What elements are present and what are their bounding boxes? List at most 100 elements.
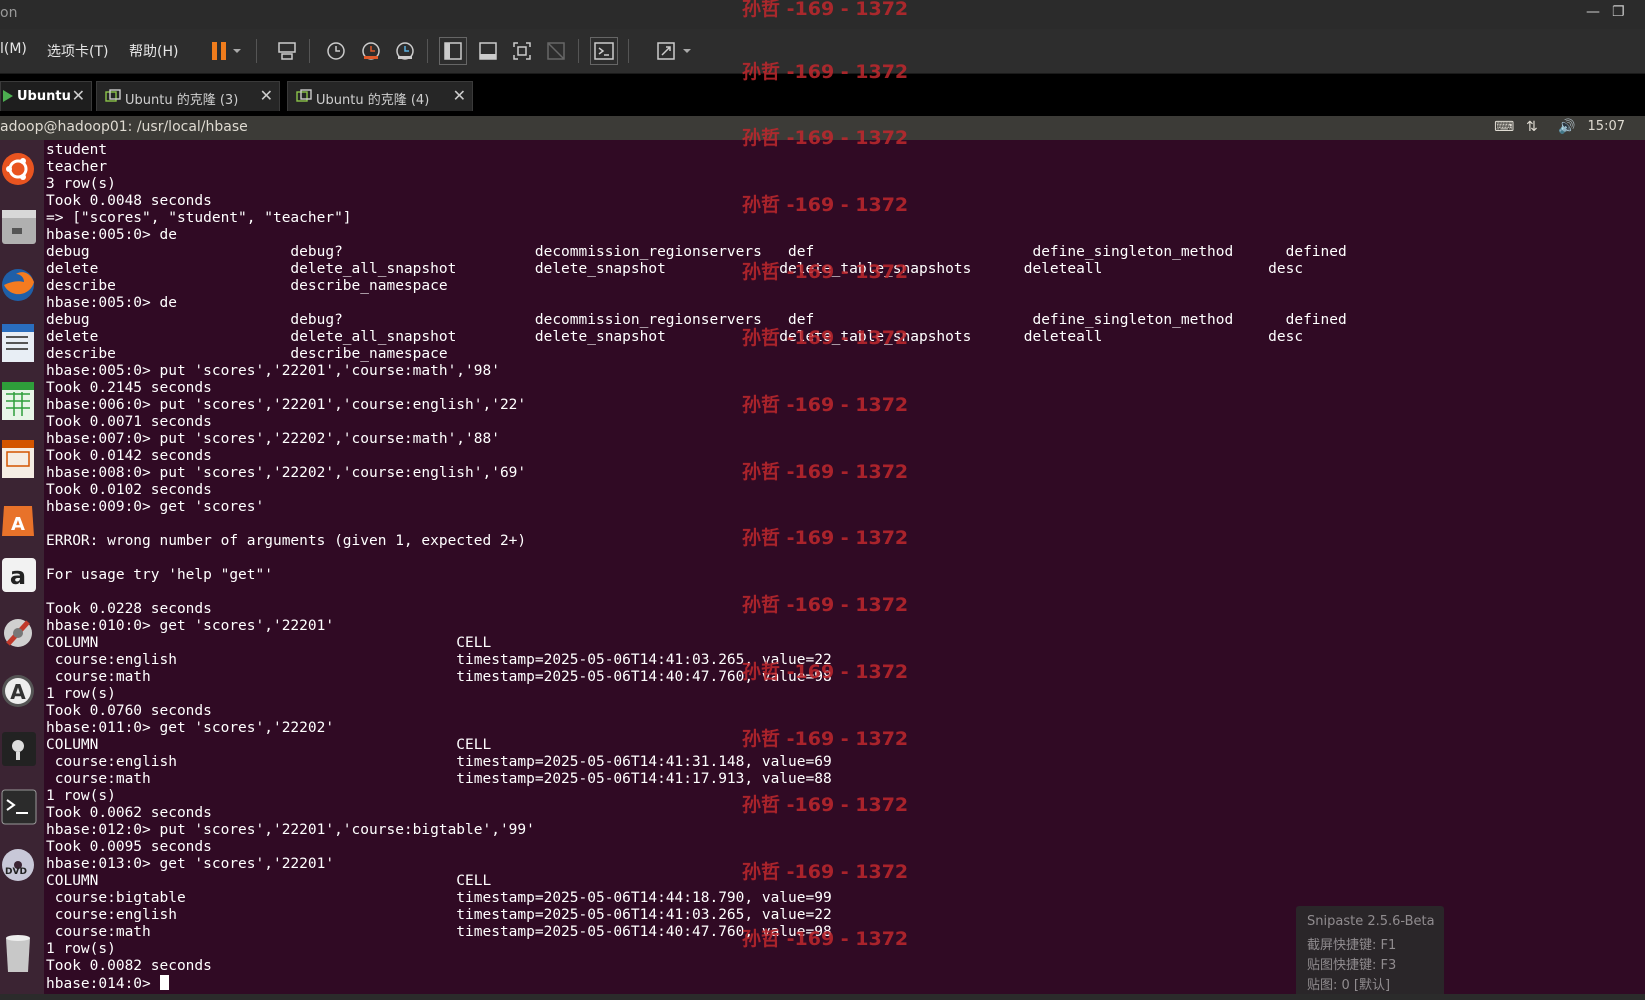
toolbar-separator [427,39,428,63]
console-view-icon[interactable] [590,37,618,65]
terminal-line: COLUMN CELL [46,873,492,889]
pause-dropdown-icon[interactable] [230,37,244,65]
trash-icon[interactable] [0,928,40,978]
volume-icon[interactable]: 🔊 [1558,119,1575,135]
fullscreen-icon[interactable] [508,37,536,65]
terminal-prompt-line[interactable]: hbase:014:0> [46,975,169,992]
close-icon[interactable]: ✕ [260,86,273,105]
watermark-text: 孙哲 -169 - 1372 [742,728,909,750]
terminal-line: debug debug? decommission_regionservers … [46,244,1347,260]
svg-text:DVD: DVD [5,867,27,877]
terminal-line: hbase:005:0> de [46,227,177,243]
watermark-text: 孙哲 -169 - 1372 [742,661,909,683]
terminal-line: course:english timestamp=2025-05-06T14:4… [46,754,832,770]
terminal-line: Took 0.0071 seconds [46,414,212,430]
snipaste-paste-count: 贴图: 0 [默认] [1307,978,1391,993]
snipaste-title: Snipaste 2.5.6-Beta [1307,914,1435,929]
svg-text:A: A [11,514,25,535]
toolbar-separator [309,39,310,63]
tab-ubuntu-clone-4[interactable]: Ubuntu 的克隆 (4) ✕ [287,81,473,111]
stretch-icon[interactable] [652,37,680,65]
watermark-text: 孙哲 -169 - 1372 [742,61,909,83]
libreoffice-calc-icon[interactable] [0,376,40,426]
window-title: on [0,5,18,21]
terminal-line: ERROR: wrong number of arguments (given … [46,533,527,549]
tab-label: Ubuntu 的克隆 (3) [125,93,239,108]
terminal-line: hbase:006:0> put 'scores','22201','cours… [46,397,527,413]
close-icon[interactable]: ✕ [453,86,466,105]
terminal-line: Took 0.0142 seconds [46,448,212,464]
watermark-text: 孙哲 -169 - 1372 [742,0,909,20]
stretch-dropdown-icon[interactable] [680,37,694,65]
thumbnail-bar-icon[interactable] [474,37,502,65]
watermark-text: 孙哲 -169 - 1372 [742,527,909,549]
dvd-icon[interactable]: DVD [0,840,40,890]
terminal-line: Took 0.0082 seconds [46,958,212,974]
vmware-tools-icon[interactable] [0,724,40,774]
close-icon[interactable]: ✕ [72,86,85,105]
pause-icon[interactable] [205,37,233,65]
snipaste-shortcut-screenshot: 截屏快捷键: F1 [1307,938,1397,953]
minimize-button[interactable]: — [1586,4,1600,20]
terminal-line: course:bigtable timestamp=2025-05-06T14:… [46,890,832,906]
terminal-line: course:english timestamp=2025-05-06T14:4… [46,907,832,923]
files-icon[interactable] [0,202,40,252]
snipaste-shortcut-paste: 贴图快捷键: F3 [1307,958,1397,973]
restore-button[interactable]: ❐ [1612,4,1625,20]
unity-mode-icon[interactable] [542,37,570,65]
network-icon[interactable]: ⇅ [1526,119,1538,135]
terminal-line: 1 row(s) [46,941,116,957]
terminal-line: hbase:012:0> put 'scores','22201','cours… [46,822,535,838]
menu-machine[interactable]: l(M) [0,41,27,57]
terminal-window-title: adoop@hadoop01: /usr/local/hbase [0,119,248,135]
system-settings-icon[interactable] [0,608,40,658]
terminal-line: student [46,142,108,158]
terminal-line: 1 row(s) [46,788,116,804]
snipaste-tooltip: Snipaste 2.5.6-Beta 截屏快捷键: F1 贴图快捷键: F3 … [1296,906,1444,1000]
terminal-icon[interactable] [0,782,40,832]
snapshot-manager-icon[interactable] [391,37,419,65]
snapshot-icon[interactable] [322,37,350,65]
send-keys-icon[interactable] [273,37,301,65]
libreoffice-impress-icon[interactable] [0,434,40,484]
clock[interactable]: 15:07 [1588,119,1625,134]
tab-ubuntu[interactable]: Ubuntu ✕ [0,81,92,111]
watermark-text: 孙哲 -169 - 1372 [742,594,909,616]
sidebar-view-icon[interactable] [439,37,467,65]
terminal-line: Took 0.0048 seconds [46,193,212,209]
tab-ubuntu-clone-3[interactable]: Ubuntu 的克隆 (3) ✕ [96,81,280,111]
terminal-line: 1 row(s) [46,686,116,702]
svg-text:a: a [10,562,26,590]
unity-launcher: A a A DVD [0,140,45,1000]
vm-play-icon [3,90,13,102]
terminal-prompt: hbase:014:0> [46,976,160,992]
terminal-line: Took 0.0228 seconds [46,601,212,617]
terminal-line: Took 0.0760 seconds [46,703,212,719]
ubuntu-dash-icon[interactable] [0,144,40,194]
vm-icon [105,89,121,102]
software-center-icon[interactable]: A [0,492,40,542]
firefox-icon[interactable] [0,260,40,310]
software-updater-icon[interactable]: A [0,666,40,716]
menu-tabs[interactable]: 选项卡(T) [47,41,108,61]
terminal-line: Took 0.0102 seconds [46,482,212,498]
terminal-line: hbase:011:0> get 'scores','22202' [46,720,335,736]
toolbar-separator [256,39,257,63]
terminal-line: course:math timestamp=2025-05-06T14:40:4… [46,924,832,940]
terminal-line: course:math timestamp=2025-05-06T14:41:1… [46,771,832,787]
keyboard-icon[interactable]: ⌨ [1494,119,1514,135]
terminal-line: delete delete_all_snapshot delete_snapsh… [46,329,1304,345]
terminal-line: debug debug? decommission_regionservers … [46,312,1347,328]
watermark-text: 孙哲 -169 - 1372 [742,794,909,816]
terminal-line: hbase:008:0> put 'scores','22202','cours… [46,465,527,481]
terminal-line: teacher [46,159,108,175]
menu-help[interactable]: 帮助(H) [129,41,178,61]
watermark-text: 孙哲 -169 - 1372 [742,194,909,216]
watermark-text: 孙哲 -169 - 1372 [742,127,909,149]
revert-snapshot-icon[interactable] [357,37,385,65]
svg-text:A: A [10,680,26,704]
amazon-icon[interactable]: a [0,550,40,600]
terminal-line: describe describe_namespace [46,346,448,362]
terminal-line: For usage try 'help "get"' [46,567,273,583]
libreoffice-writer-icon[interactable] [0,318,40,368]
